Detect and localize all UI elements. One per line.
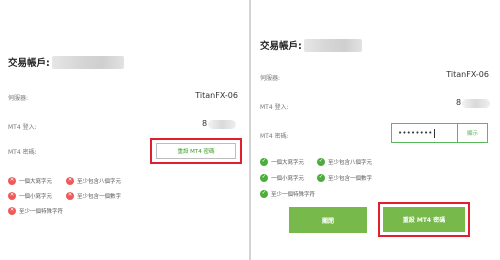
rule-text: 至少一個特殊字符 [271, 192, 316, 198]
rule-digit: ✓ 至少包含一個數字 [317, 174, 372, 182]
rule-special-char: ✕ 至少一個特殊字符 [8, 207, 63, 215]
password-label: MT4 密碼: [260, 133, 289, 140]
rule-uppercase: ✓ 一個大寫字元 [260, 158, 304, 166]
login-value-redacted [462, 99, 490, 108]
rule-text: 一個大寫字元 [19, 179, 53, 185]
x-icon: ✕ [8, 192, 16, 200]
rule-text: 至少包含一個數字 [328, 176, 373, 182]
rule-text: 一個大寫字元 [271, 160, 305, 166]
account-number-redacted [51, 55, 124, 69]
rule-text: 至少包含八個字元 [328, 160, 373, 166]
rule-lowercase: ✓ 一個小寫字元 [260, 174, 304, 182]
rule-uppercase: ✕ 一個大寫字元 [8, 177, 52, 185]
rule-text: 至少一個特殊字符 [19, 209, 64, 215]
server-value: TitanFX-06 [446, 70, 489, 79]
rule-text: 至少包含八個字元 [77, 179, 122, 185]
rule-min-length: ✓ 至少包含八個字元 [317, 158, 372, 166]
show-password-button[interactable]: 顯示 [457, 124, 487, 142]
login-value: 8 [202, 119, 208, 128]
server-label: 伺服器: [8, 95, 29, 102]
server-label: 伺服器: [260, 75, 281, 82]
login-value-redacted [208, 120, 236, 129]
reset-password-button[interactable]: 重設 MT4 密碼 [156, 143, 236, 159]
reset-password-button[interactable]: 重設 MT4 密碼 [383, 207, 465, 232]
password-label: MT4 密碼: [8, 149, 37, 156]
check-icon: ✓ [317, 158, 325, 166]
check-icon: ✓ [260, 190, 268, 198]
check-icon: ✓ [260, 158, 268, 166]
account-number-redacted [303, 38, 362, 52]
check-icon: ✓ [317, 174, 325, 182]
rule-lowercase: ✕ 一個小寫字元 [8, 192, 52, 200]
text-caret [433, 128, 435, 138]
login-value: 8 [456, 98, 462, 107]
rule-min-length: ✕ 至少包含八個字元 [66, 177, 121, 185]
login-label: MT4 登入: [8, 124, 37, 131]
rule-digit: ✕ 至少包含一個數字 [66, 192, 121, 200]
account-title: 交易帳戶: [260, 41, 302, 52]
x-icon: ✕ [8, 177, 16, 185]
account-title: 交易帳戶: [8, 58, 50, 69]
x-icon: ✕ [8, 207, 16, 215]
password-value: •••••••• [398, 129, 433, 137]
x-icon: ✕ [66, 177, 74, 185]
account-title-row: 交易帳戶: [260, 38, 362, 52]
rule-text: 一個小寫字元 [271, 176, 305, 182]
password-input[interactable]: •••••••• 顯示 [391, 123, 488, 143]
rule-special-char: ✓ 至少一個特殊字符 [260, 190, 315, 198]
check-icon: ✓ [260, 174, 268, 182]
server-value: TitanFX-06 [195, 91, 238, 100]
login-label: MT4 登入: [260, 104, 289, 111]
account-panel-after: 交易帳戶: 伺服器: TitanFX-06 MT4 登入: 8 MT4 密碼: … [251, 0, 500, 260]
account-title-row: 交易帳戶: [8, 55, 124, 69]
rule-text: 至少包含一個數字 [77, 194, 122, 200]
account-panel-before: 交易帳戶: 伺服器: TitanFX-06 MT4 登入: 8 MT4 密碼: … [0, 0, 249, 260]
rule-text: 一個小寫字元 [19, 194, 53, 200]
x-icon: ✕ [66, 192, 74, 200]
close-button[interactable]: 關閉 [289, 207, 367, 233]
